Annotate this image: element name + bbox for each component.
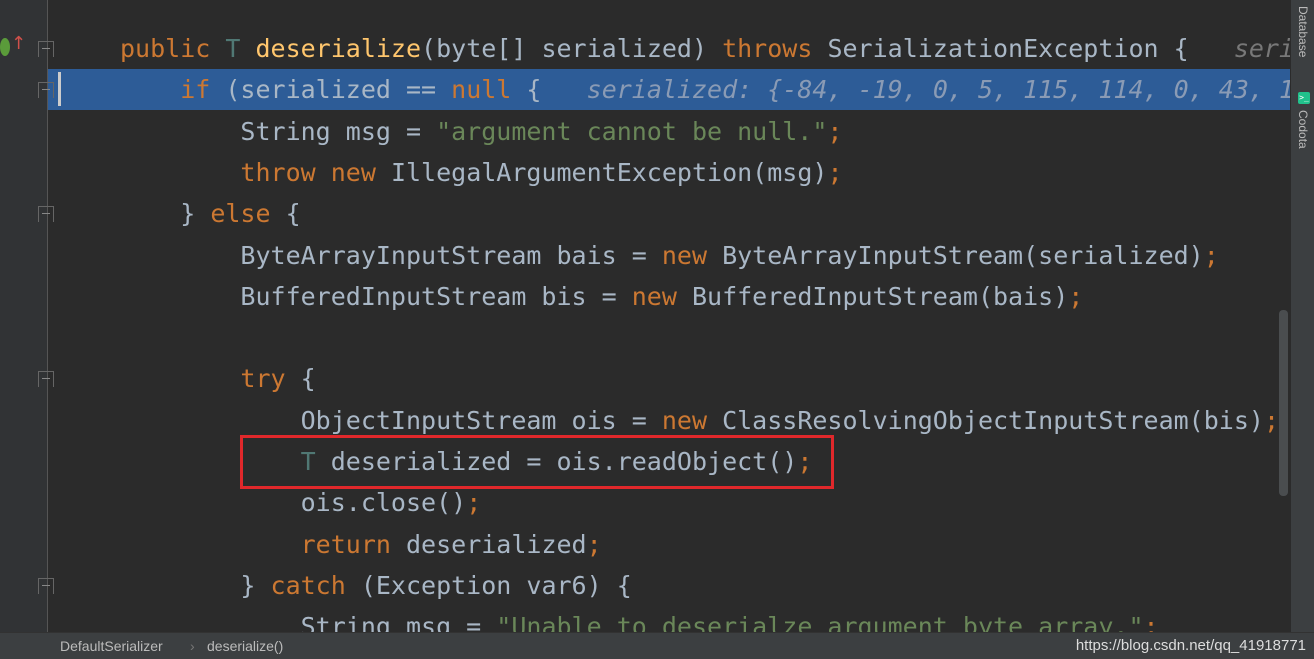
code-token: deserialize bbox=[255, 34, 422, 63]
fold-marker-icon[interactable] bbox=[38, 577, 54, 594]
code-token: catch bbox=[270, 570, 361, 600]
code-token: (Exception var6) { bbox=[360, 570, 632, 600]
database-tab[interactable]: Database bbox=[1296, 6, 1310, 57]
code-token: BufferedInputStream(bais) bbox=[691, 281, 1069, 311]
code-token: } bbox=[120, 570, 271, 600]
codota-icon[interactable]: >_ bbox=[1298, 92, 1310, 104]
code-token: if bbox=[180, 75, 226, 105]
inline-debug-value: serialized: {-84, -19, 0, 5, 115, 114, 0… bbox=[586, 75, 1290, 105]
code-line[interactable]: try { bbox=[48, 358, 1290, 399]
code-token: "Unable to deserialze argument byte arra… bbox=[496, 612, 1144, 632]
code-line[interactable] bbox=[48, 317, 1290, 358]
code-token: else bbox=[210, 199, 286, 229]
text-caret bbox=[58, 72, 61, 106]
code-token: { bbox=[511, 75, 587, 105]
code-token: { bbox=[285, 199, 301, 229]
code-line[interactable]: } else { bbox=[48, 193, 1290, 234]
code-token: BufferedInputStream bis = bbox=[120, 281, 632, 311]
code-token: ; bbox=[586, 529, 602, 559]
code-line[interactable]: throw new IllegalArgumentException(msg); bbox=[48, 152, 1290, 193]
code-token: ; bbox=[1263, 405, 1279, 435]
code-token: { bbox=[300, 364, 316, 394]
code-token: ByteArrayInputStream(serialized) bbox=[722, 240, 1204, 270]
watermark: https://blog.csdn.net/qq_41918771 bbox=[1075, 637, 1306, 654]
code-line[interactable]: return deserialized; bbox=[48, 524, 1290, 565]
code-token: (serialized == bbox=[225, 75, 452, 105]
code-token: ClassResolvingObjectInputStream(bis) bbox=[722, 405, 1264, 435]
code-token: (byte[] serialized) bbox=[421, 34, 723, 63]
code-line[interactable]: String msg = "argument cannot be null."; bbox=[48, 111, 1290, 152]
code-token: ByteArrayInputStream bais = bbox=[120, 240, 662, 270]
code-token: ois.close() bbox=[120, 488, 467, 518]
implements-method-icon[interactable] bbox=[0, 38, 10, 56]
code-token: ; bbox=[827, 116, 843, 146]
code-token: T bbox=[225, 34, 256, 63]
code-line[interactable]: BufferedInputStream bis = new BufferedIn… bbox=[48, 276, 1290, 317]
code-token: IllegalArgumentException(msg) bbox=[390, 157, 828, 187]
code-line[interactable]: String msg = "Unable to deserialze argum… bbox=[48, 606, 1290, 632]
code-token: ObjectInputStream ois = bbox=[120, 405, 662, 435]
code-token: ; bbox=[1143, 612, 1159, 632]
code-token: public bbox=[120, 34, 226, 63]
code-token: String msg = bbox=[120, 116, 437, 146]
code-token: ; bbox=[1068, 281, 1084, 311]
code-token: String msg = bbox=[120, 612, 497, 632]
code-token: new bbox=[631, 281, 692, 311]
breadcrumb-method[interactable]: deserialize() bbox=[207, 633, 283, 659]
highlight-annotation-box bbox=[240, 435, 834, 489]
code-token: new bbox=[661, 405, 723, 435]
right-tool-sidebar: Database >_ Codota bbox=[1290, 0, 1314, 632]
code-token: throws bbox=[722, 34, 828, 63]
code-token: null bbox=[451, 75, 512, 105]
breadcrumb-separator: › bbox=[190, 638, 195, 654]
code-token: ; bbox=[466, 488, 482, 518]
fold-marker-icon[interactable] bbox=[38, 82, 54, 99]
fold-marker-icon[interactable] bbox=[38, 206, 54, 223]
code-line[interactable]: ByteArrayInputStream bais = new ByteArra… bbox=[48, 235, 1290, 276]
breadcrumb-bar: DefaultSerializer › deserialize() https:… bbox=[0, 632, 1314, 659]
inline-debug-value: serialized: {-84, -19, 0, 5 bbox=[1233, 34, 1290, 63]
code-token: throw new bbox=[240, 157, 391, 187]
code-token: try bbox=[240, 364, 301, 394]
code-token: ; bbox=[1203, 240, 1219, 270]
code-line[interactable]: if (serialized == null { serialized: {-8… bbox=[48, 69, 1290, 111]
fold-marker-icon[interactable] bbox=[38, 41, 54, 57]
code-token: ; bbox=[827, 157, 843, 187]
vertical-scrollbar[interactable] bbox=[1279, 310, 1288, 496]
code-token: new bbox=[661, 240, 723, 270]
codota-tab[interactable]: Codota bbox=[1296, 110, 1310, 149]
code-token: "argument cannot be null." bbox=[436, 116, 828, 146]
code-token: } bbox=[120, 199, 211, 229]
code-line[interactable]: public T deserialize(byte[] serialized) … bbox=[48, 28, 1290, 69]
override-arrow-icon[interactable]: ↑ bbox=[11, 34, 26, 54]
code-line[interactable]: } catch (Exception var6) { bbox=[48, 565, 1290, 606]
code-token: SerializationException { bbox=[827, 34, 1234, 63]
fold-marker-icon[interactable] bbox=[38, 371, 54, 388]
breadcrumb-class[interactable]: DefaultSerializer bbox=[60, 633, 163, 659]
code-token: deserialized bbox=[405, 529, 587, 559]
code-token: return bbox=[300, 529, 406, 559]
code-editor[interactable]: public T deserialize(byte[] serialized) … bbox=[48, 0, 1290, 632]
